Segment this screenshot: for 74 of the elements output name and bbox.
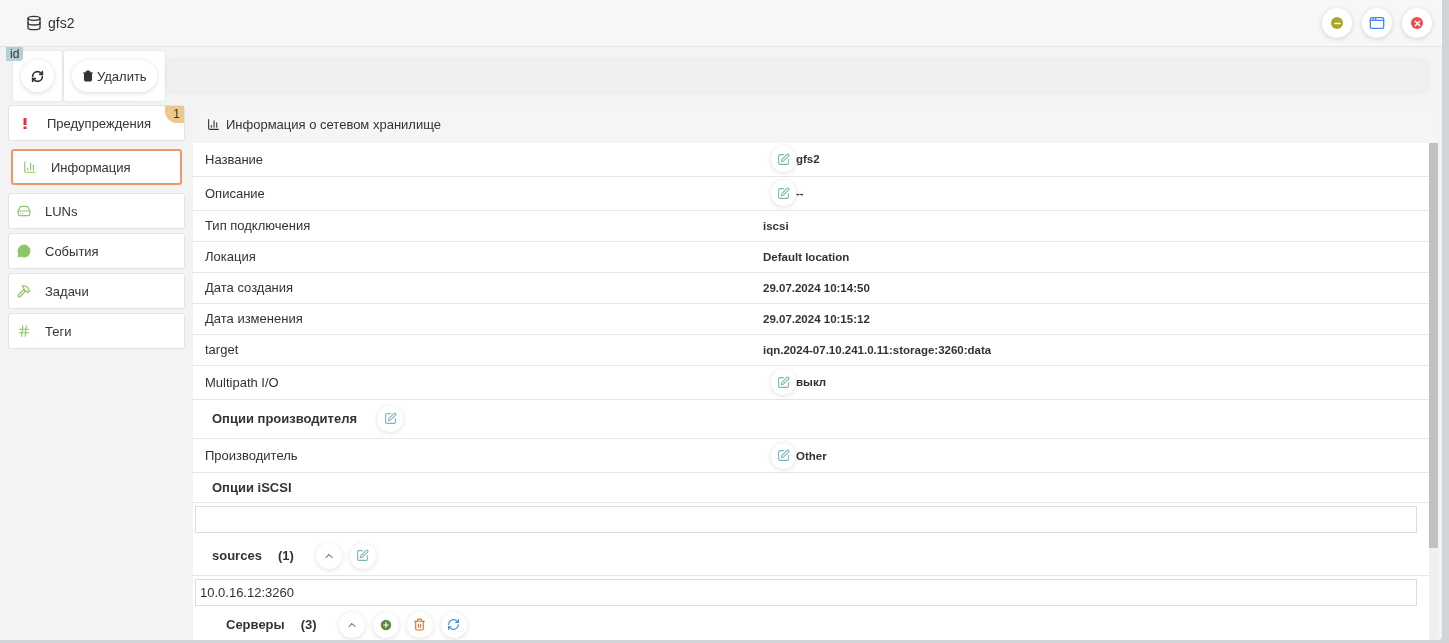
section-title: Опции производителя xyxy=(211,411,357,427)
refresh-button[interactable] xyxy=(21,60,54,92)
property-label: Описание xyxy=(205,185,266,201)
property-value: 29.07.2024 10:15:12 xyxy=(763,312,870,325)
plus-icon xyxy=(378,617,393,632)
collapse-button[interactable] xyxy=(338,611,365,638)
edit-button[interactable] xyxy=(771,180,796,207)
edit-button[interactable] xyxy=(349,542,376,569)
edit-icon xyxy=(777,152,790,166)
window-title: gfs2 xyxy=(48,15,75,31)
group-title: Серверы xyxy=(225,617,285,633)
close-button[interactable] xyxy=(1402,8,1432,38)
property-value: gfs2 xyxy=(796,153,820,166)
collapse-button[interactable] xyxy=(315,542,342,569)
exclamation-icon xyxy=(23,117,27,129)
hash-icon xyxy=(17,324,31,338)
sidebar-tab[interactable]: LUNs xyxy=(8,193,185,229)
sidebar-tab[interactable]: Информация xyxy=(11,149,182,185)
property-value: Default location xyxy=(763,250,850,263)
property-label: Тип подключения xyxy=(205,218,312,234)
delete-button[interactable]: Удалить xyxy=(72,60,157,92)
panel-title: Информация о сетевом хранилище xyxy=(226,116,441,132)
id-tag: id xyxy=(6,47,24,61)
scrollbar[interactable] xyxy=(1429,143,1438,640)
database-icon xyxy=(26,15,42,31)
text-field[interactable] xyxy=(195,506,1417,534)
item-count: (3) xyxy=(300,617,317,633)
edit-icon xyxy=(777,375,790,389)
property-value: 29.07.2024 10:14:50 xyxy=(763,281,870,294)
section-title: Опции iSCSI xyxy=(211,480,292,496)
trash-icon xyxy=(82,70,94,82)
edit-icon xyxy=(356,549,370,563)
speech-bubble-icon xyxy=(17,244,31,258)
minimize-button[interactable] xyxy=(1322,8,1352,38)
text-field[interactable]: 10.0.16.12:3260 xyxy=(195,578,1417,607)
property-label: Название xyxy=(205,151,265,167)
window-icon xyxy=(1369,15,1385,31)
bar-chart-icon xyxy=(207,117,220,131)
property-label: Производитель xyxy=(205,448,299,464)
property-value: выкл xyxy=(796,376,827,389)
sidebar-tab[interactable]: События xyxy=(8,233,185,269)
edit-button[interactable] xyxy=(771,146,796,173)
sidebar-tab[interactable]: Задачи xyxy=(8,273,185,309)
edit-button[interactable] xyxy=(771,442,796,469)
sidebar-tab[interactable]: Предупреждения 1 xyxy=(8,105,185,141)
property-value: Other xyxy=(796,449,827,462)
trash-icon xyxy=(413,618,427,632)
delete-button[interactable] xyxy=(406,611,433,638)
property-value: iqn.2024-07.10.241.0.11:storage:3260:data xyxy=(763,343,992,356)
edit-button[interactable] xyxy=(377,405,403,432)
hammer-icon xyxy=(17,284,31,298)
edit-icon xyxy=(777,186,790,200)
property-label: target xyxy=(205,342,240,358)
count-badge: 1 xyxy=(165,106,184,123)
item-count: (1) xyxy=(277,548,294,564)
property-label: Дата изменения xyxy=(205,311,304,327)
edit-icon xyxy=(777,449,790,463)
add-button[interactable] xyxy=(372,611,399,638)
edit-icon xyxy=(383,412,397,426)
group-title: sources xyxy=(211,548,262,564)
property-value: iscsi xyxy=(763,219,789,232)
property-label: Локация xyxy=(205,249,257,265)
minus-icon xyxy=(1331,17,1343,29)
drive-icon xyxy=(17,204,31,218)
refresh-icon xyxy=(447,618,461,632)
maximize-button[interactable] xyxy=(1362,8,1392,38)
property-value: -- xyxy=(796,187,804,200)
sidebar-tab[interactable]: Теги xyxy=(8,313,185,349)
edit-button[interactable] xyxy=(771,369,796,396)
property-label: Дата создания xyxy=(205,280,295,296)
property-label: Multipath I/O xyxy=(205,374,280,390)
bar-chart-icon xyxy=(23,160,37,174)
close-icon xyxy=(1411,17,1423,29)
refresh-icon xyxy=(31,69,44,83)
